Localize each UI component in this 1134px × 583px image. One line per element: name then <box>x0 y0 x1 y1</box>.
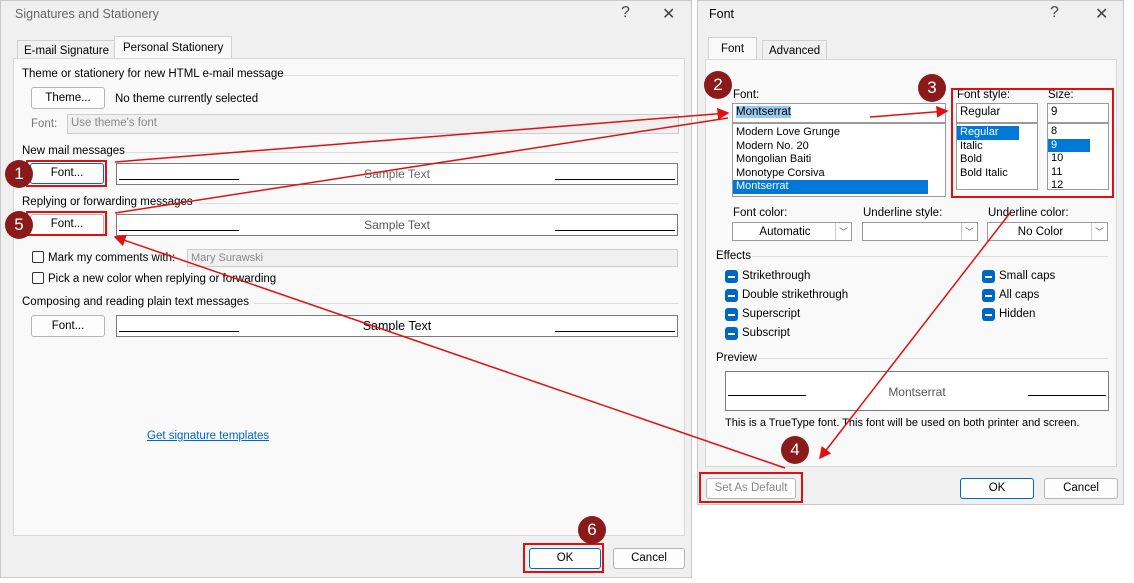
annotation-badge-6: 6 <box>578 516 606 544</box>
plain-font-button[interactable]: Font... <box>31 315 105 337</box>
underline-color-label: Underline color: <box>988 207 1069 219</box>
pick-color-checkbox[interactable] <box>32 272 44 284</box>
font-name-field[interactable]: Montserrat <box>732 103 946 123</box>
all-caps-checkbox[interactable] <box>982 289 995 302</box>
font-color-dropdown[interactable]: Automatic ﹀ <box>732 222 852 241</box>
strikethrough-checkbox[interactable] <box>725 270 738 283</box>
hidden-checkbox[interactable] <box>982 308 995 321</box>
help-button[interactable]: ? <box>621 4 630 22</box>
font-list-item[interactable]: Monotype Corsiva <box>733 167 928 181</box>
new-mail-label: New mail messages <box>22 145 125 157</box>
hidden-label: Hidden <box>999 308 1036 320</box>
preview-box: Montserrat <box>725 371 1109 411</box>
theme-button[interactable]: Theme... <box>31 87 105 109</box>
reply-sample: Sample Text <box>116 214 678 236</box>
subscript-label: Subscript <box>742 327 790 339</box>
superscript-label: Superscript <box>742 308 801 320</box>
font-close-button[interactable]: ✕ <box>1095 4 1108 24</box>
tab-personal-stationery[interactable]: Personal Stationery <box>114 36 233 59</box>
font-list[interactable]: Modern Love Grunge Modern No. 20 Mongoli… <box>732 123 946 197</box>
signatures-dialog: Signatures and Stationery ? ✕ E-mail Sig… <box>0 0 692 578</box>
theme-font-field: Use theme's font <box>67 114 679 134</box>
font-dialog-title: Font <box>709 7 735 21</box>
font-list-item[interactable]: Modern No. 20 <box>733 140 928 154</box>
small-caps-label: Small caps <box>999 270 1056 282</box>
font-cancel-button[interactable]: Cancel <box>1044 478 1118 499</box>
underline-style-dropdown[interactable]: ﹀ <box>862 222 978 241</box>
double-strikethrough-label: Double strikethrough <box>742 289 849 301</box>
subscript-checkbox[interactable] <box>725 327 738 340</box>
annotation-badge-4: 4 <box>781 436 809 464</box>
theme-section-label: Theme or stationery for new HTML e-mail … <box>22 68 284 80</box>
mark-name-field[interactable]: Mary Surawski <box>187 249 678 267</box>
tab-advanced[interactable]: Advanced <box>762 40 828 61</box>
mark-comments-label: Mark my comments with: <box>48 252 176 264</box>
font-dialog: Font ? ✕ Font Advanced Font: Montserrat … <box>697 0 1124 505</box>
theme-status: No theme currently selected <box>115 93 259 105</box>
highlight-new-mail-font <box>26 160 107 187</box>
signature-templates-link[interactable]: Get signature templates <box>147 430 269 442</box>
theme-font-label: Font: <box>31 118 58 130</box>
highlight-ok <box>523 543 604 573</box>
reply-section-label: Replying or forwarding messages <box>22 196 193 208</box>
new-mail-sample: Sample Text <box>116 163 678 185</box>
tab-font[interactable]: Font <box>708 37 758 60</box>
close-button[interactable]: ✕ <box>662 4 675 24</box>
annotation-badge-5: 5 <box>5 211 33 239</box>
font-help-button[interactable]: ? <box>1050 4 1059 22</box>
all-caps-label: All caps <box>999 289 1040 301</box>
chevron-down-icon: ﹀ <box>835 223 851 240</box>
effects-label: Effects <box>716 250 751 262</box>
annotation-badge-3: 3 <box>918 74 946 102</box>
font-list-item[interactable]: Mongolian Baiti <box>733 153 928 167</box>
chevron-down-icon: ﹀ <box>1091 223 1107 240</box>
font-label: Font: <box>733 89 760 101</box>
underline-style-label: Underline style: <box>863 207 943 219</box>
highlight-set-default <box>699 472 803 503</box>
font-color-label: Font color: <box>733 207 788 219</box>
highlight-style-size <box>951 88 1114 198</box>
preview-label: Preview <box>716 352 757 364</box>
cancel-button[interactable]: Cancel <box>613 548 685 569</box>
dialog-title: Signatures and Stationery <box>15 7 159 21</box>
plain-sample: Sample Text <box>116 315 678 337</box>
underline-color-dropdown[interactable]: No Color ﹀ <box>987 222 1108 241</box>
plain-section-label: Composing and reading plain text message… <box>22 296 249 308</box>
double-strikethrough-checkbox[interactable] <box>725 289 738 302</box>
superscript-checkbox[interactable] <box>725 308 738 321</box>
mark-comments-checkbox[interactable] <box>32 251 44 263</box>
chevron-down-icon: ﹀ <box>961 223 977 240</box>
small-caps-checkbox[interactable] <box>982 270 995 283</box>
font-list-item-selected[interactable]: Montserrat <box>733 180 928 194</box>
strikethrough-label: Strikethrough <box>742 270 811 282</box>
truetype-note: This is a TrueType font. This font will … <box>725 417 1080 429</box>
font-list-item[interactable]: Modern Love Grunge <box>733 126 928 140</box>
annotation-badge-1: 1 <box>5 160 33 188</box>
annotation-badge-2: 2 <box>704 71 732 99</box>
highlight-reply-font <box>26 211 107 236</box>
font-ok-button[interactable]: OK <box>960 478 1034 499</box>
pick-color-label: Pick a new color when replying or forwar… <box>48 273 277 285</box>
